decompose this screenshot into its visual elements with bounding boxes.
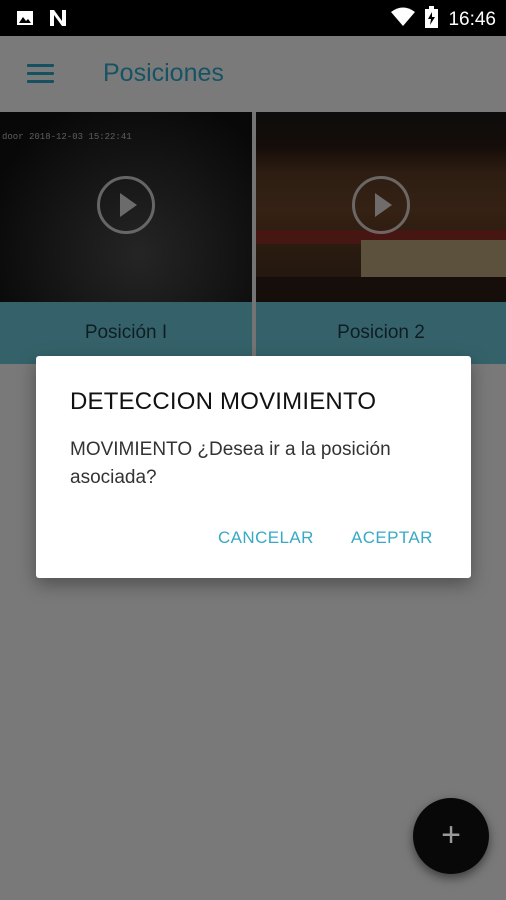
- n-icon: [48, 9, 68, 32]
- motion-detection-dialog: DETECCION MOVIMIENTO MOVIMIENTO ¿Desea i…: [36, 356, 471, 578]
- dialog-title: DETECCION MOVIMIENTO: [70, 388, 377, 415]
- battery-icon: [425, 6, 439, 33]
- add-position-button[interactable]: +: [413, 798, 489, 874]
- status-bar: 16:46: [0, 0, 506, 36]
- accept-button[interactable]: ACEPTAR: [351, 528, 433, 548]
- plus-icon: +: [441, 816, 461, 854]
- wifi-icon: [391, 7, 416, 32]
- dialog-message: MOVIMIENTO ¿Desea ir a la posición asoci…: [70, 439, 391, 488]
- image-icon: [16, 9, 34, 32]
- cancel-button[interactable]: CANCELAR: [218, 528, 314, 548]
- clock: 16:46: [448, 8, 496, 30]
